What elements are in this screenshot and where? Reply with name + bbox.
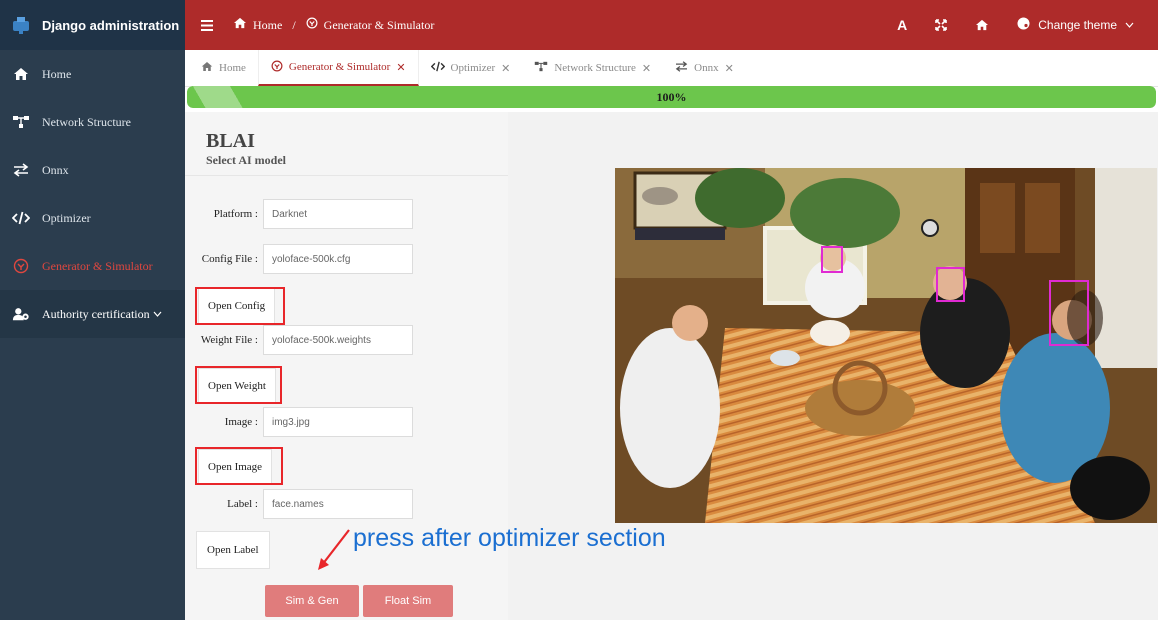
generator-icon: [271, 60, 283, 75]
tab-optimizer[interactable]: Optimizer ✕: [419, 50, 523, 86]
breadcrumb-current: Generator & Simulator: [323, 17, 435, 32]
progress-label: 100%: [656, 90, 687, 104]
tab-label: Network Structure: [554, 62, 636, 74]
face-detection-box: [821, 246, 843, 273]
tab-onnx[interactable]: Onnx ✕: [663, 50, 746, 86]
divider: [185, 175, 508, 176]
progress-bar: 100%: [187, 86, 1156, 108]
chevron-down-icon: [153, 307, 162, 322]
float-sim-button[interactable]: Float Sim: [363, 585, 453, 617]
hamburger-icon[interactable]: [201, 16, 213, 35]
brand-header: Django administration: [0, 0, 185, 50]
sidebar-item-network-structure[interactable]: Network Structure: [0, 98, 185, 146]
sidebar-item-label: Authority certification: [42, 306, 150, 321]
network-icon: [534, 61, 548, 75]
change-theme-label: Change theme: [1038, 18, 1117, 32]
highlight-box: [195, 447, 283, 485]
close-icon[interactable]: ✕: [396, 61, 405, 74]
chevron-down-icon: [1125, 18, 1134, 32]
users-icon: [12, 306, 30, 322]
close-icon[interactable]: ✕: [642, 62, 651, 75]
fullscreen-icon[interactable]: [935, 19, 948, 31]
home-icon: [12, 67, 30, 81]
highlight-box: [195, 287, 285, 325]
font-size-button[interactable]: A: [897, 17, 907, 33]
palette-icon: [1017, 17, 1030, 33]
code-icon: [12, 211, 30, 225]
tab-label: Optimizer: [450, 62, 496, 74]
exchange-icon: [12, 163, 30, 177]
weight-file-field[interactable]: [263, 325, 413, 355]
breadcrumb-separator: /: [292, 17, 296, 32]
tab-home[interactable]: Home: [189, 50, 258, 86]
config-file-field[interactable]: [263, 244, 413, 274]
code-icon: [430, 61, 445, 75]
home-icon[interactable]: [975, 19, 989, 31]
logo-icon: [10, 14, 32, 36]
brand-title: Django administration: [42, 17, 180, 33]
tab-generator-simulator[interactable]: Generator & Simulator ✕: [257, 50, 419, 86]
sidebar-item-label: Network Structure: [42, 114, 131, 129]
image-field[interactable]: [263, 407, 413, 437]
breadcrumb-home[interactable]: Home: [253, 18, 282, 33]
breadcrumb: Home / Generator & Simulator: [233, 17, 434, 33]
tab-label: Onnx: [694, 62, 719, 74]
face-detection-box: [1049, 280, 1089, 346]
sidebar-item-home[interactable]: Home: [0, 50, 185, 98]
platform-label: Platform :: [213, 208, 258, 220]
tab-label: Home: [219, 62, 246, 74]
label-file-label: Label :: [227, 498, 258, 510]
tab-label: Generator & Simulator: [288, 61, 391, 73]
weight-file-label: Weight File :: [200, 334, 258, 346]
change-theme-button[interactable]: Change theme: [1017, 17, 1134, 33]
sidebar-item-authority-certification[interactable]: Authority certification: [0, 290, 185, 338]
detection-result-image: [615, 168, 1157, 523]
exchange-icon: [675, 61, 688, 75]
sidebar-item-generator-simulator[interactable]: Generator & Simulator: [0, 242, 185, 290]
image-label: Image :: [224, 416, 258, 428]
sidebar-item-optimizer[interactable]: Optimizer: [0, 194, 185, 242]
open-label-button[interactable]: Open Label: [196, 531, 270, 569]
sidebar: Home Network Structure Onnx Optimizer Ge…: [0, 50, 185, 620]
annotation-arrow-icon: [318, 529, 350, 570]
top-right-toolbar: A Change theme: [897, 17, 1158, 33]
annotation-text: press after optimizer section: [353, 524, 666, 552]
panel-title: BLAI: [206, 130, 255, 152]
tab-bar: Home Generator & Simulator ✕ Optimizer ✕…: [185, 50, 1158, 87]
generator-icon: [12, 258, 30, 274]
close-icon[interactable]: ✕: [501, 62, 510, 75]
tab-network-structure[interactable]: Network Structure ✕: [522, 50, 663, 86]
config-file-label: Config File :: [201, 253, 258, 265]
close-icon[interactable]: ✕: [725, 62, 734, 75]
home-icon: [233, 17, 247, 33]
label-file-field[interactable]: [263, 489, 413, 519]
platform-field[interactable]: [263, 199, 413, 229]
sim-gen-button[interactable]: Sim & Gen: [265, 585, 359, 617]
home-icon: [201, 61, 213, 75]
sidebar-item-label: Optimizer: [42, 210, 91, 225]
face-detection-box: [936, 267, 965, 302]
sidebar-item-onnx[interactable]: Onnx: [0, 146, 185, 194]
network-icon: [12, 115, 30, 129]
sidebar-item-label: Home: [42, 66, 72, 81]
highlight-box: [195, 366, 282, 404]
panel-subtitle: Select AI model: [206, 153, 286, 167]
top-bar: Home / Generator & Simulator A Change th…: [185, 0, 1158, 50]
sidebar-item-label: Onnx: [42, 162, 69, 177]
sidebar-item-label: Generator & Simulator: [42, 258, 153, 273]
generator-icon: [306, 17, 318, 33]
